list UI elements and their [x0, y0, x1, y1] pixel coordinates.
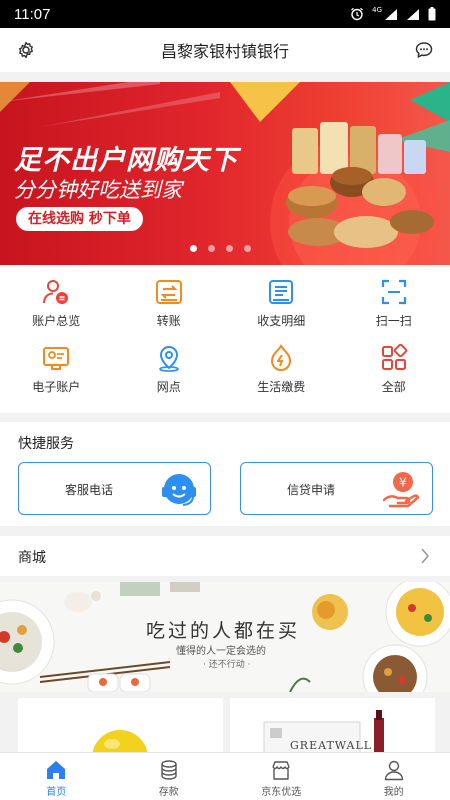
menu-label: 电子账户 [32, 380, 81, 394]
banner-headline: 足不出户网购天下 [14, 145, 238, 176]
nav-label: 我的 [383, 787, 404, 798]
loan-application-icon: ¥ [382, 472, 420, 508]
nav-label: 首页 [46, 787, 67, 798]
svg-text:¥: ¥ [399, 476, 407, 490]
cell-signal-icon [385, 8, 397, 20]
menu-item-account-overview[interactable]: 账户总览 [0, 277, 113, 343]
nav-label: 京东优选 [261, 787, 302, 798]
settings-button[interactable] [14, 38, 38, 62]
carousel-indicators [190, 245, 251, 252]
scan-icon [379, 277, 409, 307]
function-grid: 账户总览 转账 收支明细 扫一扫 电子账户 网点 生活缴费 全部 [0, 265, 450, 413]
gear-icon [19, 41, 33, 59]
product-list: GREATWALL [0, 692, 450, 758]
shop-icon [272, 761, 290, 780]
menu-item-all[interactable]: 全部 [338, 343, 450, 409]
nav-label: 存款 [158, 787, 179, 798]
menu-item-statement[interactable]: 收支明细 [225, 277, 338, 343]
menu-item-e-account[interactable]: 电子账户 [0, 343, 113, 409]
mall-banner-subline: 懂得的人一定会选的 [176, 646, 266, 657]
product-image [92, 730, 148, 758]
e-account-icon [41, 343, 71, 373]
cell-signal-2-icon [407, 8, 419, 20]
deposit-coins-icon [161, 760, 177, 780]
carousel-dot[interactable] [208, 245, 215, 252]
product-brand-label: GREATWALL [290, 739, 373, 752]
banner-cta-pill[interactable]: 在线选购 秒下单 [16, 207, 143, 231]
nav-item-home[interactable]: 首页 [0, 753, 113, 800]
bottom-navigation: 首页 存款 京东优选 我的 [0, 752, 450, 800]
mall-title: 商城 [18, 550, 46, 566]
status-icons: 4G [350, 6, 436, 21]
all-apps-icon [379, 343, 409, 373]
carousel-dot[interactable] [190, 245, 197, 252]
banner-subline: 分分钟好吃送到家 [14, 178, 182, 202]
menu-label: 生活缴费 [257, 380, 306, 394]
app-header: 昌黎家银村镇银行 [0, 28, 450, 72]
menu-label: 网点 [156, 380, 181, 394]
status-bar: 11:07 4G [0, 0, 450, 28]
menu-item-scan[interactable]: 扫一扫 [338, 277, 450, 343]
utility-payment-icon [266, 343, 296, 373]
chat-bubble-icon [415, 42, 433, 58]
mall-section-header[interactable]: 商城 [0, 536, 450, 576]
branch-location-icon [154, 343, 184, 373]
menu-item-utility-payment[interactable]: 生活缴费 [225, 343, 338, 409]
mall-banner-headline: 吃过的人都在买 [146, 620, 301, 642]
account-overview-icon [41, 277, 71, 307]
page-title: 昌黎家银村镇银行 [160, 42, 289, 61]
quick-card-label: 客服电话 [64, 483, 113, 497]
transfer-icon [154, 277, 184, 307]
network-type-label: 4G [372, 6, 382, 14]
promo-banner[interactable]: 足不出户网购天下 分分钟好吃送到家 在线选购 秒下单 [0, 82, 450, 265]
nav-item-deposit[interactable]: 存款 [113, 753, 226, 800]
nav-item-profile[interactable]: 我的 [338, 753, 450, 800]
messages-button[interactable] [412, 38, 436, 62]
mall-banner-tagline: · 还不行动 · [203, 660, 251, 670]
menu-label: 收支明细 [257, 314, 306, 328]
nav-item-jd-selection[interactable]: 京东优选 [225, 753, 338, 800]
carousel-dot[interactable] [244, 245, 251, 252]
menu-label: 账户总览 [32, 314, 81, 328]
menu-label: 转账 [156, 314, 181, 328]
quick-services-section: 快捷服务 客服电话 信贷申请 ¥ [0, 422, 450, 526]
product-card[interactable]: GREATWALL [230, 698, 435, 758]
alarm-icon [351, 7, 364, 21]
customer-service-headset-icon [162, 474, 196, 506]
product-card[interactable] [18, 698, 223, 758]
mall-promo-banner[interactable]: 吃过的人都在买 懂得的人一定会选的 · 还不行动 · [0, 582, 450, 692]
loan-application-card[interactable]: 信贷申请 ¥ [240, 462, 433, 515]
profile-icon [384, 760, 403, 781]
carousel-dot[interactable] [226, 245, 233, 252]
quick-card-label: 信贷申请 [286, 483, 335, 497]
menu-item-branch[interactable]: 网点 [113, 343, 226, 409]
status-time: 11:07 [14, 5, 51, 23]
customer-service-card[interactable]: 客服电话 [18, 462, 211, 515]
menu-label: 全部 [381, 380, 406, 394]
menu-label: 扫一扫 [375, 314, 412, 328]
battery-icon [428, 7, 436, 21]
menu-item-transfer[interactable]: 转账 [113, 277, 226, 343]
quick-services-title: 快捷服务 [18, 436, 74, 452]
chevron-right-icon [421, 548, 430, 564]
statement-icon [266, 277, 296, 307]
home-icon [47, 761, 66, 779]
